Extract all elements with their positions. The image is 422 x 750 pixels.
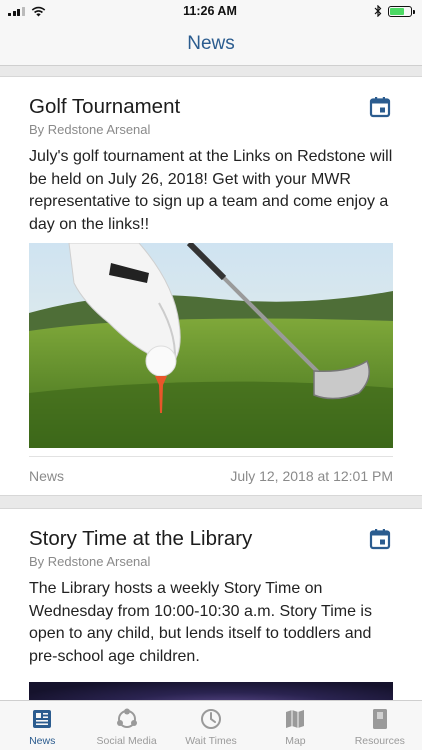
navigation-bar: News [0, 22, 422, 66]
news-card[interactable]: Golf Tournament By Redstone Arsenal July… [0, 76, 422, 496]
card-footer: News July 12, 2018 at 12:01 PM [29, 456, 393, 494]
page-title: News [187, 32, 235, 54]
news-card[interactable]: Story Time at the Library By Redstone Ar… [0, 508, 422, 700]
tab-wait-times[interactable]: Wait Times [169, 701, 253, 750]
tab-label: News [29, 735, 56, 747]
status-right [292, 5, 415, 17]
social-media-icon [116, 708, 137, 728]
tab-map[interactable]: Map [253, 701, 337, 750]
calendar-icon[interactable] [369, 528, 391, 550]
card-date: July 12, 2018 at 12:01 PM [230, 467, 393, 484]
signal-icon [8, 6, 25, 16]
tab-label: Map [285, 735, 306, 747]
battery-level [390, 7, 404, 15]
tab-resources[interactable]: Resources [338, 701, 422, 750]
status-time: 11:26 AM [183, 4, 237, 18]
tab-news[interactable]: News [0, 701, 84, 750]
card-header: Golf Tournament By Redstone Arsenal [29, 77, 393, 137]
card-title: Golf Tournament [29, 95, 181, 118]
card-author: By Redstone Arsenal [29, 122, 151, 137]
tab-label: Social Media [96, 735, 157, 747]
card-header: Story Time at the Library By Redstone Ar… [29, 509, 393, 569]
starry-sky-photo [29, 682, 393, 700]
card-category: News [29, 467, 65, 484]
tab-social-media[interactable]: Social Media [84, 701, 168, 750]
card-body: July's golf tournament at the Links on R… [29, 148, 393, 233]
newspaper-icon [33, 710, 52, 728]
status-left [8, 6, 128, 17]
card-body: The Library hosts a weekly Story Time on… [29, 580, 372, 665]
tab-bar: News Social Media Wait Times Map Resourc… [0, 700, 422, 750]
golf-ball-tee-photo [29, 243, 393, 448]
wifi-icon [31, 6, 45, 16]
golf-photo-svg [29, 243, 393, 448]
tab-label: Resources [354, 735, 405, 747]
status-bar: 11:26 AM [0, 0, 422, 22]
battery-icon [388, 5, 415, 17]
bluetooth-icon [374, 5, 382, 17]
tab-label: Wait Times [185, 735, 237, 747]
clock-icon [201, 709, 222, 729]
map-icon [286, 710, 305, 728]
card-author: By Redstone Arsenal [29, 554, 151, 569]
book-icon [372, 709, 387, 729]
calendar-icon[interactable] [369, 96, 391, 118]
card-title: Story Time at the Library [29, 527, 253, 550]
news-feed[interactable]: Golf Tournament By Redstone Arsenal July… [0, 66, 422, 700]
